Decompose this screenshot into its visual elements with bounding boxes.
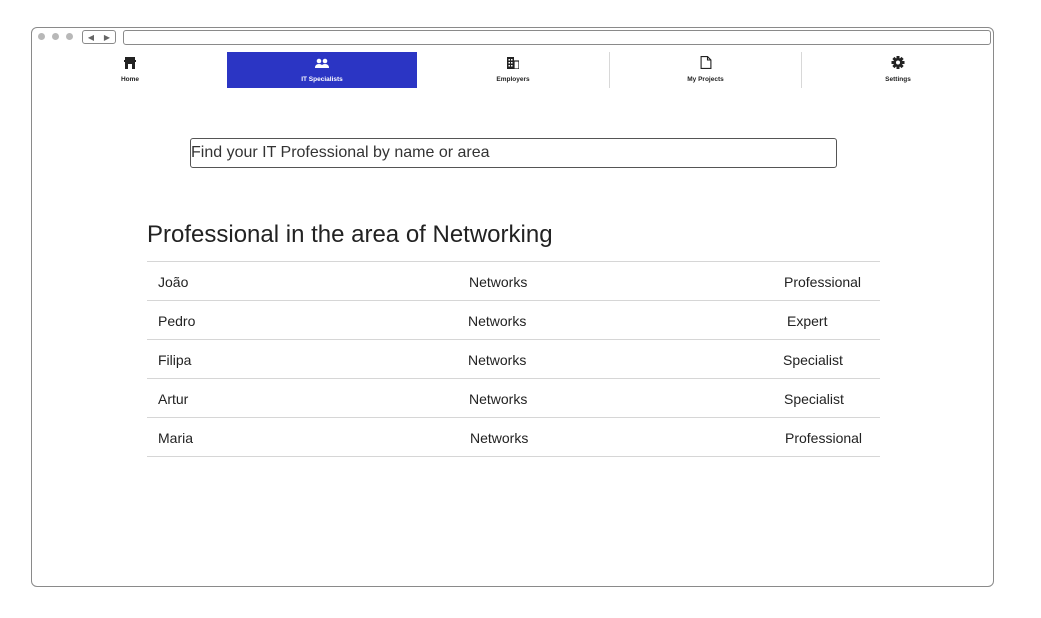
history-nav-buttons: ◀ ▶ xyxy=(82,30,116,44)
professional-area: Networks xyxy=(470,430,529,446)
tab-my-projects-label: My Projects xyxy=(687,76,724,83)
professional-level: Specialist xyxy=(783,352,843,368)
gear-icon xyxy=(891,56,905,74)
back-arrow-icon[interactable]: ◀ xyxy=(88,33,94,42)
window-maximize-dot[interactable] xyxy=(66,33,73,40)
professional-name: João xyxy=(158,274,189,290)
people-icon xyxy=(315,56,329,74)
document-icon xyxy=(700,56,711,74)
address-bar[interactable] xyxy=(123,30,991,45)
table-row[interactable]: Pedro Networks Expert xyxy=(147,300,880,339)
table-row[interactable]: Artur Networks Specialist xyxy=(147,378,880,417)
professional-name: Pedro xyxy=(158,313,196,329)
table-row[interactable]: João Networks Professional xyxy=(147,261,880,300)
tab-my-projects[interactable]: My Projects xyxy=(610,52,801,88)
professional-level: Professional xyxy=(784,274,862,290)
building-icon xyxy=(507,56,520,74)
search-input-text: Find your IT Professional by name or are… xyxy=(191,144,490,161)
tab-settings-label: Settings xyxy=(885,76,911,83)
home-icon xyxy=(124,56,136,74)
professional-name: Filipa xyxy=(158,352,192,368)
tab-employers[interactable]: Employers xyxy=(417,52,609,88)
section-title: Professional in the area of Networking xyxy=(147,221,553,248)
browser-window: ◀ ▶ Home IT Specialists Employers My Pro… xyxy=(31,27,994,587)
professional-area: Networks xyxy=(469,274,528,290)
tab-it-specialists-label: IT Specialists xyxy=(301,76,343,83)
title-bar: ◀ ▶ xyxy=(32,28,993,48)
professional-name: Artur xyxy=(158,391,189,407)
tab-employers-label: Employers xyxy=(496,76,530,83)
table-row[interactable]: Filipa Networks Specialist xyxy=(147,339,880,378)
tab-home-label: Home xyxy=(120,76,140,83)
professional-area: Networks xyxy=(468,313,527,329)
professional-level: Professional xyxy=(785,430,863,446)
forward-arrow-icon[interactable]: ▶ xyxy=(104,33,110,42)
window-close-dot[interactable] xyxy=(38,33,45,40)
tab-home[interactable]: Home xyxy=(33,52,227,88)
search-input[interactable]: Find your IT Professional by name or are… xyxy=(190,138,837,168)
tab-it-specialists[interactable]: IT Specialists xyxy=(227,52,417,88)
tab-settings[interactable]: Settings xyxy=(802,52,994,88)
professional-level: Expert xyxy=(787,313,828,329)
professional-level: Specialist xyxy=(784,391,844,407)
table-row[interactable]: Maria Networks Professional xyxy=(147,417,880,457)
window-minimize-dot[interactable] xyxy=(52,33,59,40)
professionals-table: João Networks Professional Pedro Network… xyxy=(147,261,880,457)
main-nav: Home IT Specialists Employers My Project… xyxy=(33,52,994,88)
professional-name: Maria xyxy=(158,430,194,446)
professional-area: Networks xyxy=(469,391,528,407)
professional-area: Networks xyxy=(468,352,527,368)
